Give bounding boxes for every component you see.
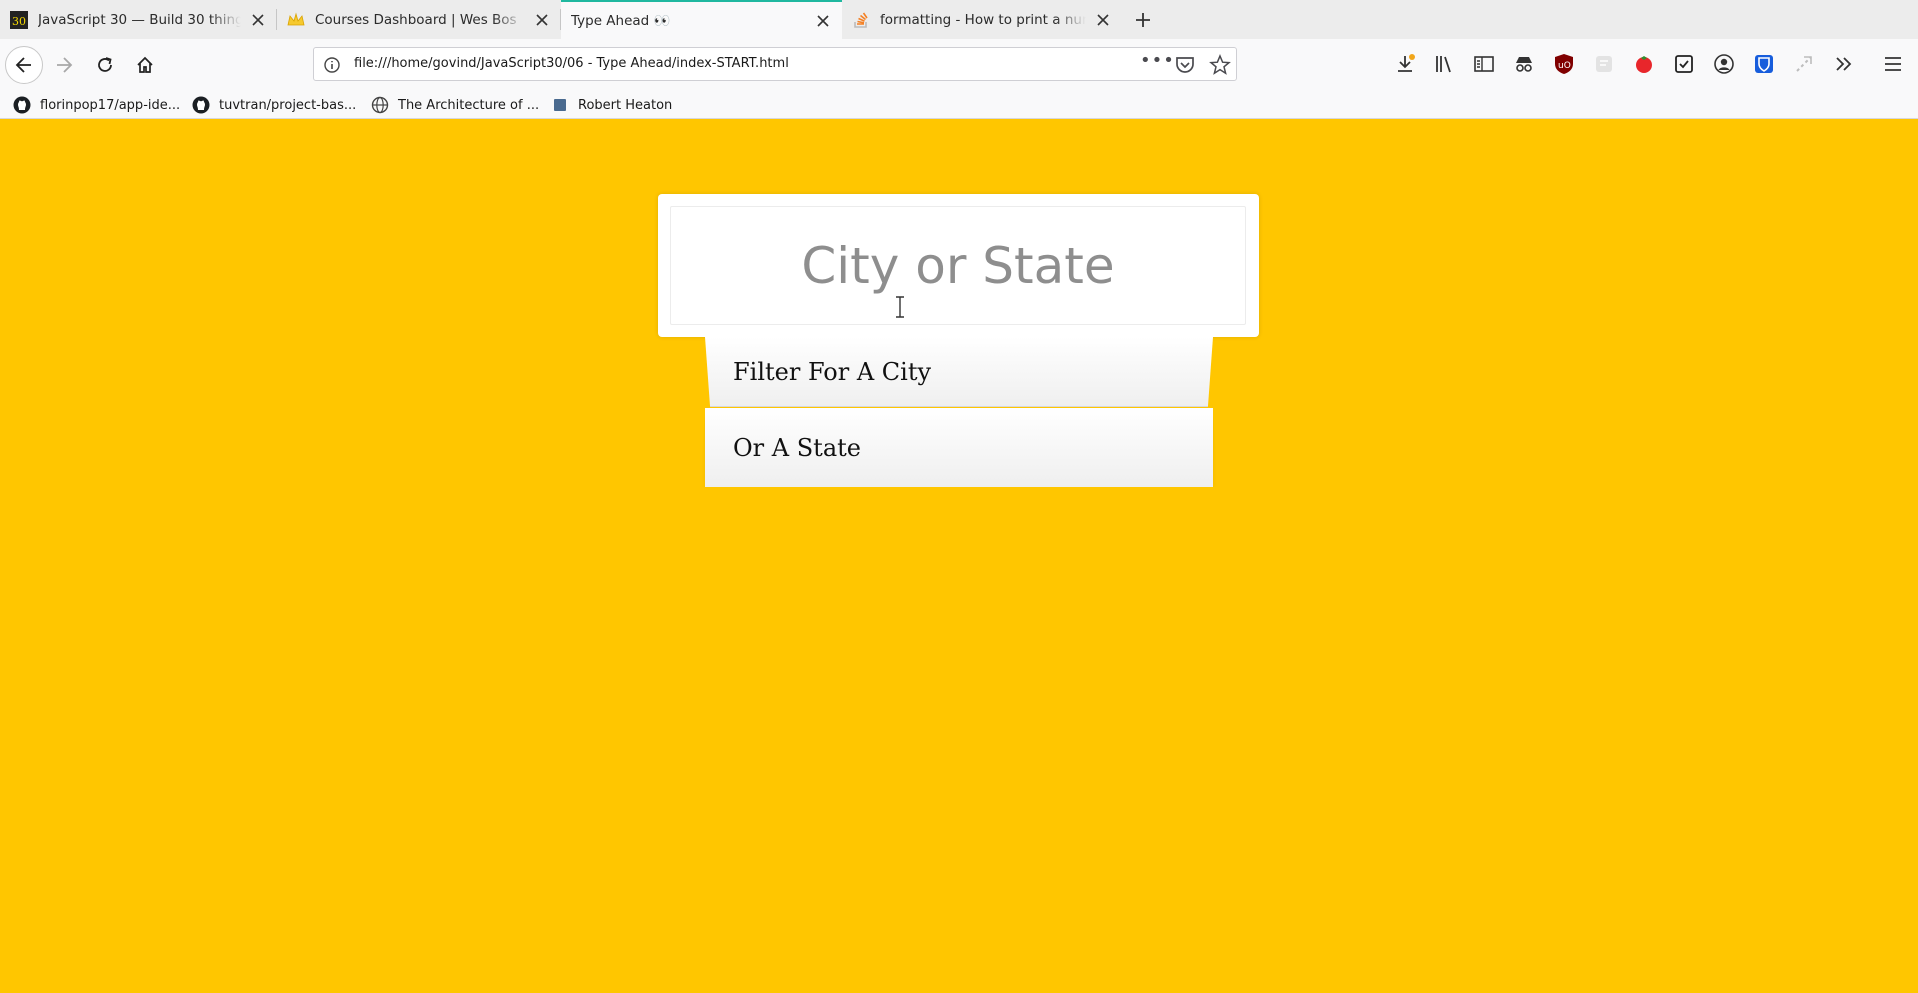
- page-content: Filter For A City Or A State: [0, 119, 1918, 993]
- reload-icon: [98, 57, 112, 72]
- bookmark-label: florinpop17/app-ide...: [40, 97, 181, 113]
- search-form: [658, 194, 1259, 337]
- dotted-extension-icon[interactable]: [1792, 52, 1816, 76]
- url-bar[interactable]: file:///home/govind/JavaScript30/06 - Ty…: [313, 47, 1237, 81]
- tab-title: formatting - How to print a number with …: [880, 11, 1086, 28]
- svg-text:uO: uO: [1558, 61, 1571, 71]
- pocket-icon[interactable]: [1174, 54, 1196, 76]
- new-tab-button[interactable]: [1128, 5, 1158, 35]
- text-cursor-icon: [894, 296, 906, 318]
- suggestion-item: Filter For A City: [705, 337, 1213, 407]
- info-icon[interactable]: [323, 56, 341, 74]
- github-icon: [13, 96, 31, 114]
- bookmark-item[interactable]: florinpop17/app-ide...: [13, 95, 180, 115]
- plus-icon: [1136, 13, 1150, 27]
- close-tab-icon[interactable]: [814, 12, 832, 30]
- home-icon: [137, 56, 153, 73]
- sidebar-icon[interactable]: [1472, 52, 1496, 76]
- close-tab-icon[interactable]: [249, 11, 267, 29]
- bookmarks-toolbar: florinpop17/app-ide... tuvtran/project-b…: [0, 91, 1918, 119]
- close-tab-icon[interactable]: [1094, 11, 1112, 29]
- bookmark-item[interactable]: Robert Heaton: [551, 95, 672, 115]
- github-icon: [192, 96, 210, 114]
- url-text[interactable]: file:///home/govind/JavaScript30/06 - Ty…: [354, 56, 789, 71]
- tab-title: Type Ahead 👀: [571, 12, 671, 29]
- close-tab-icon[interactable]: [533, 11, 551, 29]
- library-icon[interactable]: [1432, 52, 1456, 76]
- tab-title: Courses Dashboard | Wes Bos: [315, 11, 517, 28]
- ublock-origin-icon[interactable]: uO: [1552, 52, 1576, 76]
- search-input[interactable]: [670, 206, 1246, 325]
- bitwarden-icon[interactable]: [1752, 52, 1776, 76]
- bookmark-item[interactable]: The Architecture of ...: [371, 95, 539, 115]
- navigation-toolbar: file:///home/govind/JavaScript30/06 - Ty…: [0, 39, 1918, 91]
- bookmark-item[interactable]: tuvtran/project-bas...: [192, 95, 356, 115]
- reload-button[interactable]: [89, 49, 121, 81]
- back-button[interactable]: [5, 46, 43, 84]
- bookmark-star-icon[interactable]: [1209, 54, 1231, 76]
- page-actions-icon[interactable]: •••: [1140, 50, 1175, 71]
- tab-title: JavaScript 30 — Build 30 things with van…: [38, 11, 241, 28]
- arrow-left-icon: [15, 57, 31, 73]
- bookmark-label: tuvtran/project-bas...: [219, 97, 357, 113]
- svg-text:30: 30: [12, 15, 26, 28]
- hamburger-menu-icon[interactable]: [1881, 52, 1905, 76]
- tab-type-ahead[interactable]: Type Ahead 👀: [561, 0, 842, 39]
- arrow-right-icon: [57, 57, 73, 73]
- account-icon[interactable]: [1712, 52, 1736, 76]
- stackoverflow-favicon-icon: [852, 11, 870, 29]
- extension-disabled-icon[interactable]: [1592, 52, 1616, 76]
- tomato-timer-icon[interactable]: [1632, 52, 1656, 76]
- suggestion-item: Or A State: [705, 408, 1213, 487]
- forward-button[interactable]: [48, 49, 80, 81]
- bookmark-label: Robert Heaton: [578, 97, 673, 113]
- overflow-menu-icon[interactable]: [1832, 52, 1856, 76]
- downloads-icon[interactable]: [1393, 52, 1417, 76]
- tab-stackoverflow[interactable]: formatting - How to print a number with …: [842, 0, 1122, 39]
- js30-favicon-icon: 30: [10, 10, 28, 29]
- checkbox-extension-icon[interactable]: [1672, 52, 1696, 76]
- globe-icon: [371, 96, 389, 114]
- tab-bar: 30 JavaScript 30 — Build 30 things with …: [0, 0, 1918, 39]
- square-icon: [551, 96, 569, 114]
- home-button[interactable]: [129, 49, 161, 81]
- tab-courses-dashboard[interactable]: Courses Dashboard | Wes Bos: [277, 0, 561, 39]
- tab-javascript30[interactable]: 30 JavaScript 30 — Build 30 things with …: [0, 0, 277, 39]
- incognito-extension-icon[interactable]: [1512, 52, 1536, 76]
- crown-favicon-icon: [287, 11, 305, 29]
- bookmark-label: The Architecture of ...: [398, 97, 540, 113]
